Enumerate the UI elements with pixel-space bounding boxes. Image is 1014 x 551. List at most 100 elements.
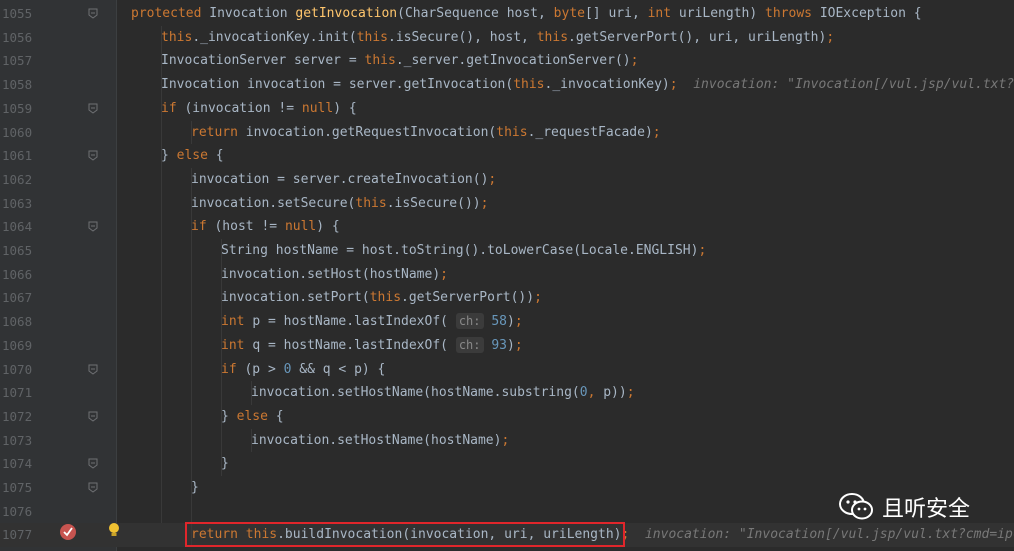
code-token: ; xyxy=(480,195,489,211)
code-line[interactable]: 1063 invocation.setSecure(this.isSecure()… xyxy=(0,192,1014,216)
code-token: InvocationServer server = xyxy=(161,53,365,69)
watermark: 且听安全 xyxy=(838,490,970,524)
line-number: 1069 xyxy=(2,337,33,353)
line-number: 1070 xyxy=(2,361,33,377)
code-token: uriLength) xyxy=(678,6,766,21)
code-line[interactable]: 1061 } else { xyxy=(0,144,1014,168)
code-text: this._invocationKey.init(this.isSecure()… xyxy=(161,26,834,50)
fold-marker-icon[interactable] xyxy=(88,458,98,469)
line-number: 1064 xyxy=(2,219,33,235)
code-token: invocation.getRequestInvocation( xyxy=(245,124,497,140)
indent-guide xyxy=(191,167,192,548)
lightbulb-icon[interactable] xyxy=(107,522,121,538)
line-number: 1055 xyxy=(2,6,33,21)
code-token: p)) xyxy=(603,385,627,401)
code-line[interactable]: 1073 invocation.setHostName(hostName); xyxy=(0,429,1014,453)
code-token: ._server.getInvocationServer() xyxy=(395,53,631,69)
line-number: 1062 xyxy=(2,171,33,187)
code-token: ; xyxy=(514,314,523,330)
code-editor[interactable]: 1055 protected Invocation getInvocation(C… xyxy=(0,0,1014,551)
code-text: } else { xyxy=(161,144,224,168)
code-token: p = hostName.lastIndexOf( xyxy=(252,314,456,330)
indent-guide xyxy=(251,428,252,453)
code-token: IOException { xyxy=(819,6,922,21)
code-line[interactable]: 1060 return invocation.getRequestInvocati… xyxy=(0,121,1014,145)
code-line[interactable]: 1074} xyxy=(0,452,1014,476)
line-number: 1076 xyxy=(2,503,33,519)
code-line[interactable]: 1071 invocation.setHostName(hostName.subs… xyxy=(0,381,1014,405)
code-token: && q < p) { xyxy=(299,361,386,377)
code-text: if (invocation != null) { xyxy=(161,97,357,121)
code-token: protected xyxy=(131,6,210,21)
code-token: ._invocationKey) xyxy=(544,77,670,93)
parameter-hint: ch: xyxy=(455,313,484,330)
code-token: this xyxy=(536,29,569,45)
fold-marker-icon[interactable] xyxy=(88,103,98,114)
code-token: } xyxy=(161,148,177,164)
code-token: ; xyxy=(514,337,523,353)
code-text: InvocationServer server = this._server.g… xyxy=(161,49,638,73)
code-line[interactable]: 1065 String hostName = host.toString().to… xyxy=(0,239,1014,263)
code-token: .getServerPort()) xyxy=(401,290,535,306)
code-token: [] uri, xyxy=(584,6,648,21)
code-line[interactable]: 1068 int p = hostName.lastIndexOf( ch: 58… xyxy=(0,310,1014,334)
code-text: invocation.setHostName(hostName); xyxy=(251,429,509,453)
code-line[interactable]: 1067 invocation.setPort(this.getServerPor… xyxy=(0,286,1014,310)
code-line[interactable]: 1062 invocation = server.createInvocation… xyxy=(0,168,1014,192)
code-token: ; xyxy=(488,171,497,187)
code-line[interactable]: 1059 if (invocation != null) { xyxy=(0,97,1014,121)
line-number: 1067 xyxy=(2,290,33,306)
code-token: return xyxy=(191,124,246,140)
code-token: 0 xyxy=(283,361,300,377)
code-token: ; xyxy=(652,124,661,140)
indent-guide xyxy=(251,381,252,405)
code-token: .isSecure(), host, xyxy=(388,29,537,45)
code-text: if (host != null) { xyxy=(191,215,340,239)
code-text: invocation.setPort(this.getServerPort())… xyxy=(221,286,542,310)
code-token: } xyxy=(221,456,229,472)
fold-marker-icon[interactable] xyxy=(88,150,98,161)
code-token: this xyxy=(355,195,387,211)
code-line[interactable]: 1058 Invocation invocation = server.getIn… xyxy=(0,73,1014,97)
code-token: this xyxy=(161,29,193,45)
code-token: ; xyxy=(698,243,707,258)
code-token: invocation.setHostName(hostName) xyxy=(251,432,502,448)
code-token: ._invocationKey.init( xyxy=(192,29,357,45)
code-token: invocation.setHostName(hostName.substrin… xyxy=(251,385,580,401)
code-line[interactable]: 1056 this._invocationKey.init(this.isSecu… xyxy=(0,26,1014,50)
code-line[interactable]: 1069 int q = hostName.lastIndexOf( ch: 93… xyxy=(0,334,1014,358)
line-number: 1061 xyxy=(2,148,33,164)
code-token: null xyxy=(301,100,334,116)
code-text: return invocation.getRequestInvocation(t… xyxy=(191,121,661,145)
code-text: invocation.setHostName(hostName.substrin… xyxy=(251,381,635,405)
code-token: { xyxy=(215,148,224,164)
code-line[interactable]: 1055 protected Invocation getInvocation(C… xyxy=(0,2,1014,26)
fold-marker-icon[interactable] xyxy=(88,482,98,493)
fold-marker-icon[interactable] xyxy=(88,8,98,19)
highlight-box xyxy=(185,522,625,547)
code-line[interactable]: 1064 if (host != null) { xyxy=(0,215,1014,239)
code-line[interactable]: 1070 if (p > 0 && q < p) { xyxy=(0,358,1014,382)
code-text: int p = hostName.lastIndexOf( ch: 58); xyxy=(221,310,523,334)
code-token: 0 xyxy=(579,385,588,401)
parameter-hint: ch: xyxy=(455,336,484,353)
code-token: null xyxy=(284,219,317,235)
code-line[interactable]: 1057 InvocationServer server = this._serv… xyxy=(0,49,1014,73)
fold-marker-icon[interactable] xyxy=(88,411,98,422)
code-token: if xyxy=(191,219,215,235)
code-text: Invocation invocation = server.getInvoca… xyxy=(161,73,1014,97)
code-token: invocation = server.createInvocation() xyxy=(191,171,489,187)
breakpoint-icon[interactable] xyxy=(60,524,76,540)
code-line[interactable]: 1066 invocation.setHost(hostName); xyxy=(0,263,1014,287)
line-number: 1059 xyxy=(2,100,33,116)
fold-marker-icon[interactable] xyxy=(88,221,98,232)
indent-guide xyxy=(161,25,162,524)
line-number: 1058 xyxy=(2,77,33,93)
code-text: invocation.setHost(hostName); xyxy=(221,263,448,287)
code-line[interactable]: 1072} else { xyxy=(0,405,1014,429)
fold-marker-icon[interactable] xyxy=(88,364,98,375)
code-token: } xyxy=(191,480,199,495)
code-token: ; xyxy=(501,432,510,448)
code-token: ; xyxy=(669,77,678,93)
code-text: invocation = server.createInvocation(); xyxy=(191,168,496,192)
